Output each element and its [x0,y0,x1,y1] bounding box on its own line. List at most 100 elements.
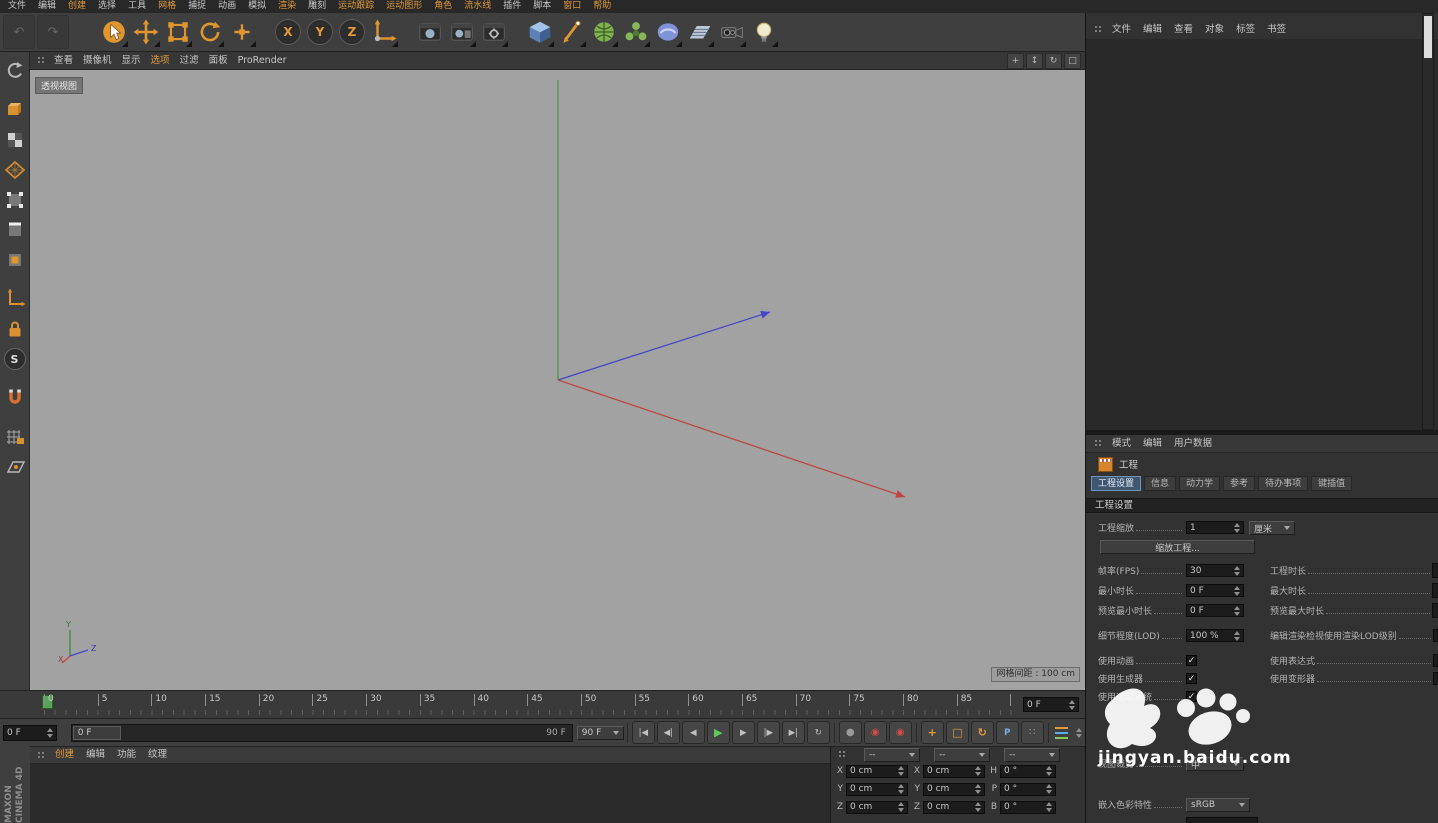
viewport-menu-item[interactable]: ProRender [233,52,292,70]
play-button[interactable]: ▶ [706,721,730,744]
material-menu-item[interactable]: 纹理 [142,747,173,763]
workplane-mode-button[interactable] [2,157,28,183]
stepper[interactable] [1043,766,1052,776]
current-frame-input[interactable]: 0 F [3,724,57,741]
coordinate-input[interactable]: 0 cm [923,782,985,796]
stepper[interactable] [895,784,904,794]
coordinate-input[interactable]: 0 ° [1000,800,1056,814]
render-lod-checkbox[interactable] [1433,629,1438,642]
menubar-item[interactable]: 帮助 [587,0,617,13]
menubar-item[interactable]: 渲染 [272,0,302,13]
viewport-menu-item[interactable]: 面板 [204,52,233,70]
menubar-item[interactable]: 选择 [92,0,122,13]
coordinate-input[interactable]: 0 cm [923,764,985,778]
pan-view-icon[interactable]: + [1007,52,1024,69]
menubar-item[interactable]: 运动图形 [380,0,428,13]
menubar-item[interactable]: 角色 [428,0,458,13]
rotate-tool-button[interactable] [195,16,225,48]
x-axis-lock-button[interactable]: X [273,16,303,48]
object-manager-scrollbar[interactable] [1422,13,1434,430]
section-header[interactable]: 工程设置 [1086,498,1438,513]
stepper[interactable] [895,766,904,776]
perspective-viewport[interactable]: Y Z X 透视视图 网格间距 : 100 cm [30,70,1085,690]
previous-frame-button[interactable]: ◀ [681,721,705,744]
partial-field[interactable] [1186,817,1258,823]
preview-max-input[interactable] [1432,603,1438,618]
attribute-tab[interactable]: 参考 [1223,476,1256,491]
record-objects-button[interactable]: ● [838,721,862,744]
attribute-tab[interactable]: 工程设置 [1091,476,1142,491]
frame-range-slider[interactable]: 0 F 90 F [70,723,573,742]
menubar-item[interactable]: 脚本 [527,0,557,13]
next-key-button[interactable]: |▶ [756,721,780,744]
attribute-tab[interactable]: 待办事项 [1258,476,1309,491]
object-manager-menu-item[interactable]: 标签 [1230,23,1261,36]
viewport-menu-item[interactable]: 摄像机 [78,52,117,70]
menubar-item[interactable]: 捕捉 [182,0,212,13]
go-to-start-button[interactable]: |◀ [631,721,655,744]
menubar-item[interactable]: 文件 [2,0,32,13]
coordinate-system-button[interactable] [369,16,399,48]
stepper[interactable] [1066,699,1075,710]
attribute-tab[interactable]: 键插值 [1311,476,1353,491]
menubar-item[interactable]: 工具 [122,0,152,13]
render-settings-button[interactable] [479,16,509,48]
cloner-button[interactable] [621,16,651,48]
use-motion-checkbox[interactable]: ✓ [1186,691,1197,702]
panel-grip-icon[interactable] [1094,25,1103,34]
previous-key-button[interactable]: ◀| [656,721,680,744]
record-position-button[interactable]: + [920,721,944,744]
autokey-button[interactable]: ◉ [863,721,887,744]
material-menu-item[interactable]: 编辑 [80,747,111,763]
menubar-item[interactable]: 模拟 [242,0,272,13]
last-tool-button[interactable] [227,16,257,48]
enable-axis-button[interactable] [2,286,28,312]
loop-mode-button[interactable]: ↻ [806,721,830,744]
object-manager-menu-item[interactable]: 编辑 [1137,23,1168,36]
coordinate-input[interactable]: 0 cm [846,782,908,796]
go-to-end-button[interactable]: ▶| [781,721,805,744]
menubar-item[interactable]: 插件 [497,0,527,13]
point-mode-button[interactable] [2,187,28,213]
material-list-area[interactable] [30,764,830,823]
viewport-menu-item[interactable]: 显示 [117,52,146,70]
use-deformers-checkbox[interactable] [1433,672,1438,685]
coordinate-input[interactable]: 0 cm [846,764,908,778]
menubar-item[interactable]: 窗口 [557,0,587,13]
max-time-input[interactable] [1432,583,1438,598]
min-time-input[interactable]: 0 F [1186,584,1244,597]
object-manager-menu-item[interactable]: 书签 [1261,23,1292,36]
panel-grip-icon[interactable] [37,56,46,65]
stepper[interactable] [1231,605,1240,616]
panel-grip-icon[interactable] [838,750,847,759]
attribute-menu-item[interactable]: 用户数据 [1168,437,1218,450]
project-scale-input[interactable]: 1 [1186,521,1244,534]
material-menu-item[interactable]: 创建 [49,747,80,763]
next-frame-button[interactable]: ▶ [731,721,755,744]
project-duration-input[interactable] [1432,563,1438,578]
scrollbar-thumb[interactable] [1424,16,1432,58]
coordinate-mode-dropdown[interactable]: -- [1004,747,1060,762]
panel-grip-icon[interactable] [37,750,46,760]
viewport-label[interactable]: 透视视图 [35,77,84,94]
primitive-cube-button[interactable] [525,16,555,48]
render-picture-viewer-button[interactable] [447,16,477,48]
fps-input[interactable]: 30 [1186,564,1244,577]
keying-settings-icon[interactable] [1054,725,1068,740]
stepper[interactable] [972,802,981,812]
subdivision-surface-button[interactable] [589,16,619,48]
attribute-tab[interactable]: 动力学 [1179,476,1221,491]
viewport-menu-item[interactable]: 选项 [146,52,175,70]
record-parameter-button[interactable]: P [995,721,1019,744]
coordinate-input[interactable]: 0 ° [1000,764,1056,778]
coordinate-mode-dropdown[interactable]: -- [934,747,990,762]
viewport-menu-item[interactable]: 过滤 [175,52,204,70]
material-menu-item[interactable]: 功能 [111,747,142,763]
use-expressions-checkbox[interactable] [1433,654,1438,667]
y-axis-lock-button[interactable]: Y [305,16,335,48]
floor-button[interactable] [685,16,715,48]
toggle-view-icon[interactable]: □ [1064,52,1081,69]
stepper[interactable] [895,802,904,812]
move-tool-button[interactable] [131,16,161,48]
view-clipping-dropdown[interactable]: 中 [1186,757,1244,771]
